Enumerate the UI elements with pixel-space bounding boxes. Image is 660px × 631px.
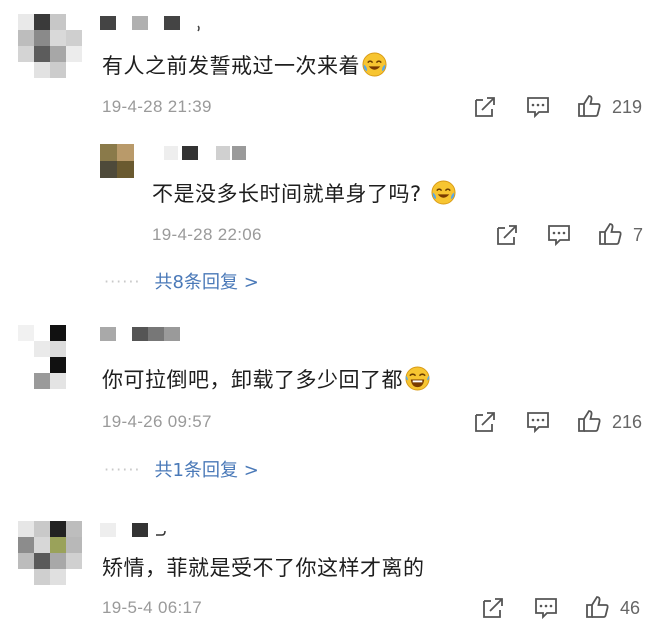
share-icon[interactable] [472,409,498,435]
username[interactable] [100,325,210,343]
replies-dots: ······ [104,459,141,479]
replies-label: 共1条回复 > [154,460,259,481]
comment-text: 有人之前发誓戒过一次来着 [102,50,387,80]
comment-icon[interactable] [533,595,559,621]
replies-dots: ······ [104,271,141,291]
share-icon[interactable] [494,222,520,248]
crying-laughing-emoji [431,180,456,205]
avatar[interactable] [18,14,84,80]
view-replies-link[interactable]: ······ 共1条回复 > [104,456,259,482]
view-replies-link[interactable]: ······ 共8条回复 > [104,268,259,294]
thumbs-up-icon[interactable] [577,408,603,434]
reply-time: 19-4-28 22:06 [152,225,262,244]
reply-text: 不是没多长时间就单身了吗? [152,178,456,208]
like-count: 7 [633,225,644,245]
laughing-emoji [405,366,430,391]
thumbs-up-icon[interactable] [585,594,611,620]
reply-avatar[interactable] [100,144,134,178]
comment-icon[interactable] [525,94,551,120]
username[interactable] [100,14,210,32]
crying-laughing-emoji [362,52,387,77]
like-count: 46 [620,598,641,618]
comment-time: 19-4-28 21:39 [102,97,212,116]
thumbs-up-icon[interactable] [598,221,624,247]
comment-time: 19-4-26 09:57 [102,412,212,431]
comment-time: 19-5-4 06:17 [102,598,203,617]
share-icon[interactable] [472,94,498,120]
like-count: 219 [612,97,643,117]
comment-text: 矫情，菲就是受不了你这样才离的 [102,556,425,580]
thumbs-up-icon[interactable] [577,93,603,119]
comment-icon[interactable] [525,409,551,435]
comment-text: 你可拉倒吧，卸载了多少回了都 [102,364,430,394]
avatar[interactable] [18,325,84,391]
reply-username[interactable] [150,144,260,162]
replies-label: 共8条回复 > [154,272,259,293]
comment-icon[interactable] [546,222,572,248]
like-count: 216 [612,412,643,432]
share-icon[interactable] [480,595,506,621]
avatar[interactable] [18,521,84,587]
username[interactable] [100,521,210,539]
